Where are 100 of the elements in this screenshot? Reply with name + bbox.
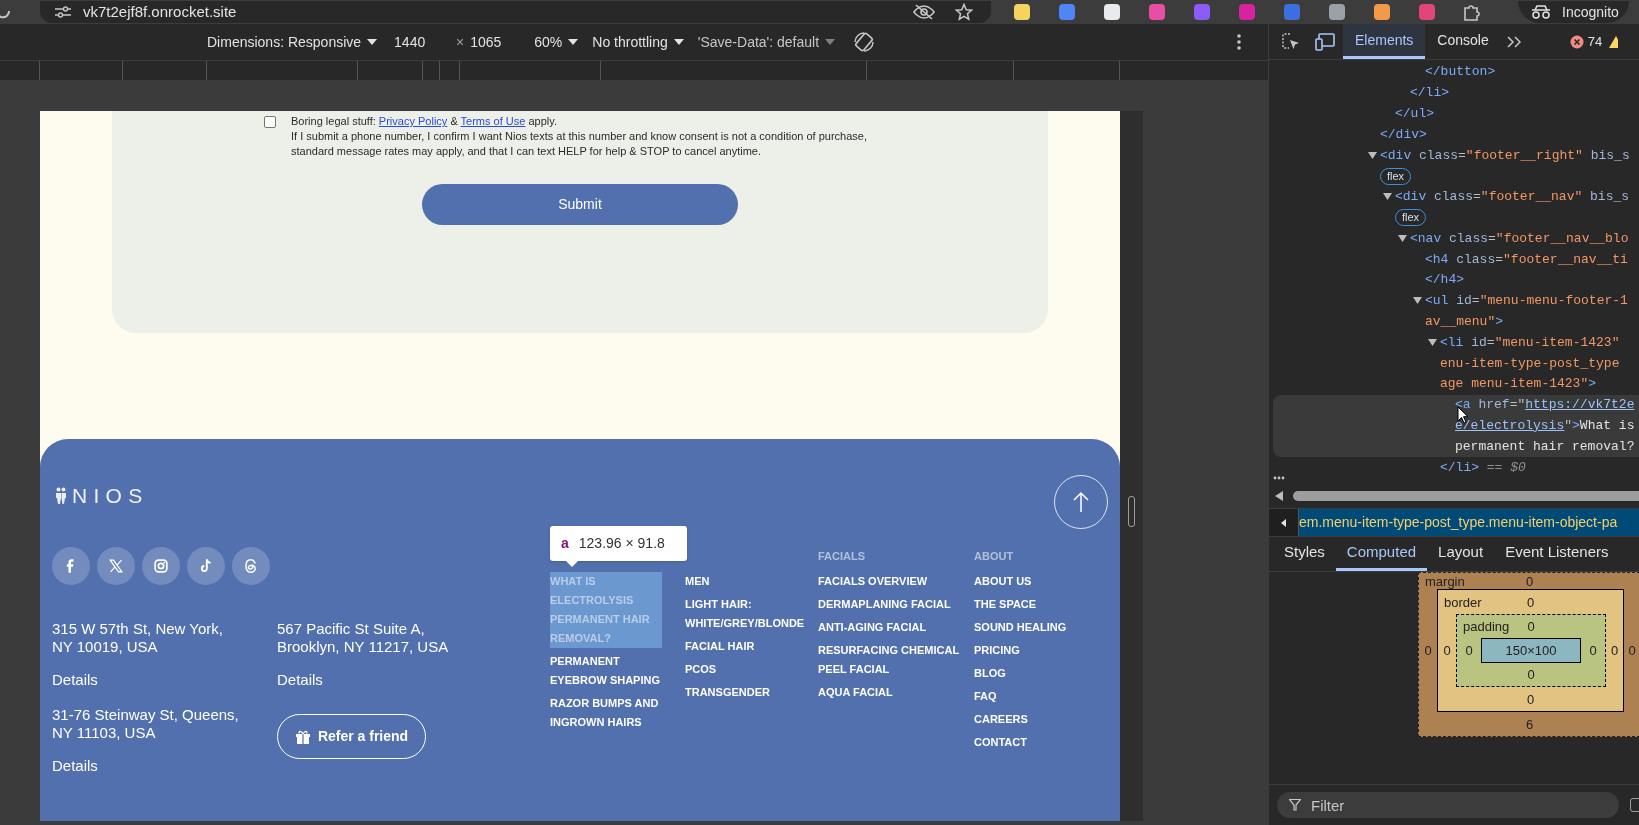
breadcrumb-item[interactable]: em.menu-item-type-post_type.menu-item-object-pa	[1299, 509, 1639, 536]
box-model-value[interactable]: 0	[1465, 643, 1473, 658]
throttling-dropdown[interactable]: No throttling	[592, 31, 684, 53]
footer-nav-link[interactable]: CONTACT	[974, 733, 1027, 752]
rotate-icon[interactable]	[853, 31, 876, 53]
social-link[interactable]	[232, 547, 270, 585]
panel-tab[interactable]: Computed	[1335, 537, 1428, 571]
footer-nav-link[interactable]: RAZOR BUMPS AND INGROWN HAIRS	[550, 694, 662, 732]
code-line[interactable]: </ul>	[1395, 104, 1434, 124]
collapse-arrow-icon[interactable]	[1428, 338, 1437, 347]
panel-tab[interactable]: Styles	[1273, 537, 1336, 571]
devtools-tab[interactable]: Console	[1425, 24, 1501, 59]
footer-nav-link[interactable]: SOUND HEALING	[974, 618, 1067, 637]
extension-icon[interactable]	[1372, 2, 1392, 22]
footer-nav-link[interactable]: MEN	[685, 572, 710, 591]
code-line[interactable]: enu-item-type-post_type	[1440, 353, 1620, 374]
footer-nav-link[interactable]: BLOG	[974, 664, 1006, 683]
box-model-value[interactable]: 0	[1424, 643, 1432, 658]
details-link[interactable]: Details	[52, 757, 98, 775]
box-model-value[interactable]: 0	[1443, 643, 1451, 658]
box-model-value[interactable]: 6	[1525, 716, 1534, 732]
box-model-value[interactable]: 0	[1527, 619, 1535, 634]
devtools-tab[interactable]: Elements	[1343, 24, 1426, 59]
error-count[interactable]: 74	[1587, 31, 1603, 52]
box-model-value[interactable]: 0	[1527, 667, 1535, 682]
dimensions-dropdown[interactable]: Dimensions: Responsive	[207, 31, 378, 53]
footer-nav-link[interactable]: RESURFACING CHEMICAL PEEL FACIAL	[818, 641, 963, 679]
filter-field[interactable]: Filter	[1277, 792, 1619, 818]
code-line[interactable]: <nav class="footer__nav__blo	[1410, 228, 1629, 249]
submit-button[interactable]: Submit	[422, 184, 738, 225]
code-line[interactable]: </li>	[1410, 83, 1449, 104]
footer-nav-link[interactable]: TRANSGENDER	[685, 683, 770, 702]
more-tabs-icon[interactable]	[1506, 35, 1521, 48]
more-options-icon[interactable]	[1273, 476, 1285, 480]
more-options-icon[interactable]	[1237, 34, 1241, 50]
code-line[interactable]: age menu-item-1423">	[1440, 374, 1597, 395]
collapse-arrow-icon[interactable]	[1413, 297, 1422, 306]
footer-nav-link[interactable]: PCOS	[685, 660, 717, 679]
footer-nav-link[interactable]: LIGHT HAIR: WHITE/GREY/BLONDE	[685, 595, 810, 633]
breadcrumb-scroll-button[interactable]	[1269, 509, 1299, 536]
profile-chip[interactable]: Incognito	[1518, 1, 1629, 23]
code-line[interactable]: </button>	[1425, 62, 1496, 83]
extension-icon[interactable]	[1012, 2, 1032, 22]
code-line[interactable]: </div>	[1380, 124, 1427, 145]
social-link[interactable]	[52, 547, 90, 585]
footer-nav-link[interactable]: THE SPACE	[974, 595, 1037, 614]
extension-icon[interactable]	[1102, 2, 1122, 22]
eye-slash-icon[interactable]	[913, 4, 935, 20]
device-mode-icon[interactable]	[1315, 32, 1335, 51]
collapse-arrow-icon[interactable]	[1383, 193, 1392, 202]
box-model-value[interactable]: 0	[1526, 691, 1535, 707]
panel-tab[interactable]: Event Listeners	[1494, 537, 1620, 571]
social-link[interactable]	[142, 547, 180, 585]
legal-link[interactable]: Terms of Use	[460, 115, 526, 127]
legal-link[interactable]: Privacy Policy	[378, 115, 448, 127]
scrollbar-thumb[interactable]	[1293, 490, 1639, 501]
scroll-left-icon[interactable]	[1275, 490, 1283, 501]
footer-nav-link[interactable]: ANTI-AGING FACIAL	[818, 618, 927, 637]
footer-nav-link[interactable]: CAREERS	[974, 710, 1028, 729]
footer-nav-link[interactable]: PRICING	[974, 641, 1020, 660]
code-line[interactable]: </li> == $0	[1440, 457, 1526, 478]
height-input[interactable]: 1065	[470, 31, 511, 53]
code-line[interactable]: e/electrolysis">What is	[1455, 415, 1635, 436]
details-link[interactable]: Details	[277, 671, 323, 689]
collapse-arrow-icon[interactable]	[1398, 234, 1407, 243]
box-model-value[interactable]: 0	[1526, 594, 1535, 610]
footer-nav-link[interactable]: FACIAL HAIR	[685, 637, 755, 656]
code-line[interactable]: <a href="https://vk7t2e	[1455, 395, 1635, 416]
code-line[interactable]: <h4 class="footer__nav__ti	[1425, 249, 1628, 270]
details-link[interactable]: Details	[52, 671, 98, 689]
box-model-value[interactable]: 0	[1610, 643, 1619, 658]
footer-nav-link[interactable]: ABOUT US	[974, 572, 1032, 591]
resize-handle[interactable]	[1128, 496, 1135, 527]
address-bar-url[interactable]: vk7t2ejf8f.onrocket.site	[83, 3, 237, 21]
star-icon[interactable]	[955, 3, 973, 21]
footer-nav-link[interactable]: PERMANENT EYEBROW SHAPING	[550, 652, 662, 690]
code-line[interactable]: permanent hair removal?	[1455, 436, 1635, 457]
puzzle-icon[interactable]	[1462, 2, 1482, 22]
code-line[interactable]: <div class="footer__nav" bis_s	[1395, 187, 1630, 208]
box-model-value[interactable]: 0	[1628, 643, 1636, 658]
social-link[interactable]	[97, 547, 135, 585]
extension-icon[interactable]	[1327, 2, 1347, 22]
footer-nav-link[interactable]: FAQ	[974, 687, 997, 706]
inspect-element-icon[interactable]	[1282, 32, 1300, 51]
footer-nav-link[interactable]: DERMAPLANING FACIAL	[818, 595, 951, 614]
box-model-value[interactable]: 0	[1589, 643, 1597, 658]
code-line[interactable]: </h4>	[1425, 270, 1464, 291]
consent-checkbox[interactable]	[264, 116, 276, 128]
footer-nav-link[interactable]: AQUA FACIAL	[818, 683, 893, 702]
social-link[interactable]	[187, 547, 225, 585]
box-model-value[interactable]: 0	[1525, 573, 1534, 589]
zoom-dropdown[interactable]: 60%	[534, 31, 579, 53]
code-line[interactable]: av__menu">	[1425, 311, 1504, 332]
panel-tab[interactable]: Layout	[1427, 537, 1495, 571]
code-line[interactable]: <ul id="menu-menu-footer-1	[1425, 291, 1628, 312]
code-line[interactable]: <div class="footer__right" bis_s	[1380, 145, 1630, 166]
footer-nav-link[interactable]: FACIALS OVERVIEW	[818, 572, 928, 591]
save-data-dropdown[interactable]: 'Save-Data': default	[697, 31, 836, 53]
site-info-icon[interactable]	[55, 6, 71, 18]
width-input[interactable]: 1440	[394, 31, 435, 53]
